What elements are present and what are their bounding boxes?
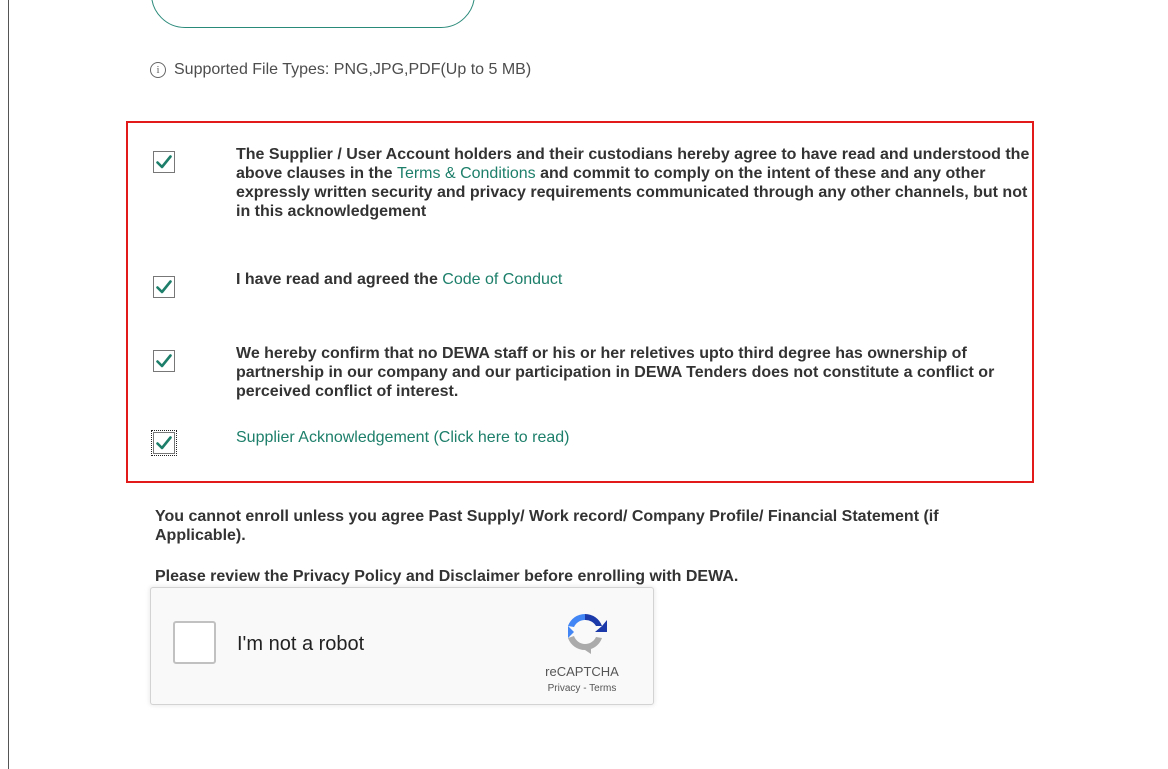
code-of-conduct-link[interactable]: Code of Conduct xyxy=(442,271,562,288)
checkmark-icon xyxy=(156,436,172,450)
ack-terms-checkbox[interactable] xyxy=(153,151,175,173)
ack-dewa-text: We hereby confirm that no DEWA staff or … xyxy=(236,345,995,400)
checkmark-icon xyxy=(156,354,172,368)
ack-code-checkbox[interactable] xyxy=(153,276,175,298)
recaptcha-links: Privacy - Terms xyxy=(527,683,637,694)
enrollment-page: i Supported File Types: PNG,JPG,PDF(Up t… xyxy=(0,0,1168,769)
supplier-acknowledgement-link[interactable]: Supplier Acknowledgement (Click here to … xyxy=(236,429,570,446)
recaptcha-privacy-link[interactable]: Privacy xyxy=(548,683,581,694)
enroll-notice: You cannot enroll unless you agree Past … xyxy=(155,508,939,544)
ack-code-text: I have read and agreed the Code of Condu… xyxy=(236,270,1036,289)
recaptcha-logo-icon xyxy=(568,614,607,654)
recaptcha-checkbox[interactable] xyxy=(173,621,216,664)
checkmark-icon xyxy=(156,280,172,294)
terms-conditions-link[interactable]: Terms & Conditions xyxy=(397,165,536,182)
panel-left-border xyxy=(8,0,9,769)
info-icon: i xyxy=(150,62,166,78)
ack-dewa-checkbox[interactable] xyxy=(153,350,175,372)
ack-code-text-before: I have read and agreed the xyxy=(236,271,443,288)
checkmark-icon xyxy=(156,155,172,169)
privacy-notice: Please review the Privacy Policy and Dis… xyxy=(155,568,739,585)
recaptcha-terms-link[interactable]: Terms xyxy=(589,683,616,694)
recaptcha-widget: I'm not a robot reCAPTCHA Privacy - Term… xyxy=(150,587,654,705)
ack-supplier-text: Supplier Acknowledgement (Click here to … xyxy=(236,428,1036,447)
supported-file-types-text: Supported File Types: PNG,JPG,PDF(Up to … xyxy=(174,61,532,78)
supported-file-types: i Supported File Types: PNG,JPG,PDF(Up t… xyxy=(150,61,531,79)
acknowledgement-box: The Supplier / User Account holders and … xyxy=(126,121,1034,483)
recaptcha-label: I'm not a robot xyxy=(237,633,365,655)
recaptcha-brand: reCAPTCHA xyxy=(545,664,619,679)
ack-terms-text: The Supplier / User Account holders and … xyxy=(236,145,1036,221)
upload-button[interactable] xyxy=(151,0,475,28)
ack-supplier-checkbox[interactable] xyxy=(151,430,177,456)
recaptcha-separator: - xyxy=(580,683,590,694)
